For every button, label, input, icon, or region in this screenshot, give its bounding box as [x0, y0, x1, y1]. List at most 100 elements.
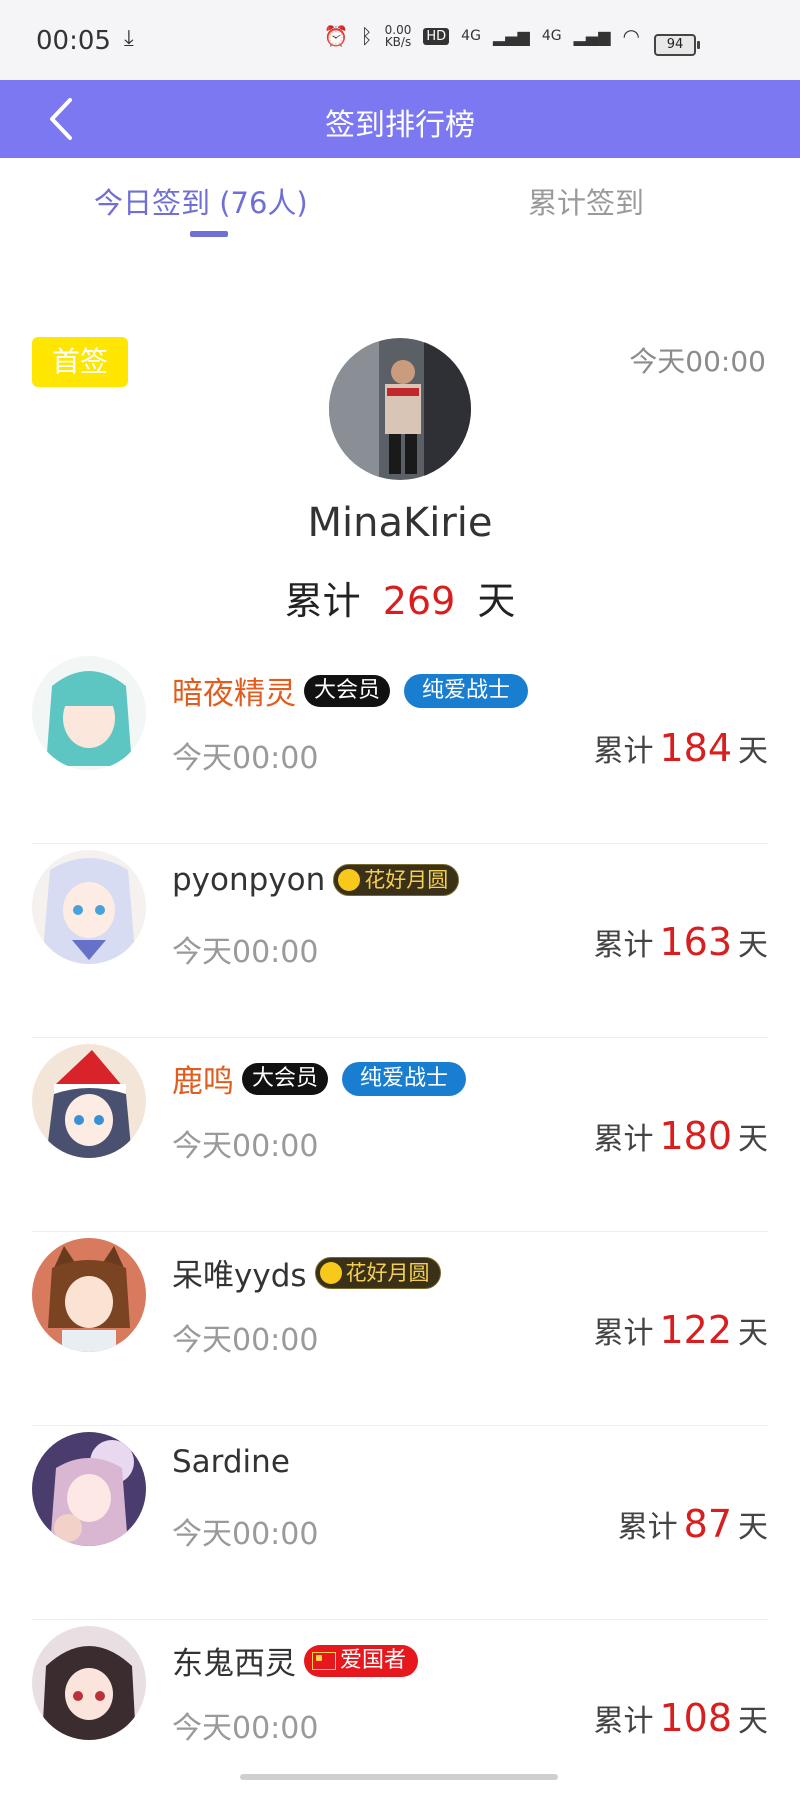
name-line: 暗夜精灵 大会员 纯爱战士	[172, 668, 529, 713]
medal-badge: 花好月圆	[333, 864, 460, 896]
champion-days: 累计 269 天	[0, 570, 800, 625]
signal-4g-2: 4G	[541, 28, 562, 44]
days-count: 184	[659, 726, 732, 770]
days-total: 累计 122 天	[593, 1308, 768, 1352]
coin-icon	[319, 1261, 342, 1284]
list-item[interactable]: Sardine 今天00:00 累计 87 天	[32, 1426, 768, 1620]
tab-today-checkin[interactable]: 今日签到 (76人)	[94, 180, 308, 222]
app-header: 签到排行榜	[0, 80, 800, 158]
avatar[interactable]	[32, 656, 146, 770]
days-total: 累计 87 天	[618, 1502, 768, 1546]
home-indicator[interactable]	[240, 1774, 558, 1780]
avatar-image	[329, 338, 471, 480]
avatar[interactable]	[32, 1432, 146, 1546]
user-name[interactable]: 东鬼西灵	[172, 1638, 296, 1683]
champion-time: 今天00:00	[629, 345, 766, 378]
list-item[interactable]: 暗夜精灵 大会员 纯爱战士 今天00:00 累计 184 天	[32, 650, 768, 844]
checkin-time: 今天00:00	[172, 1711, 319, 1746]
status-icons: ⏰ ᛒ 0.00 KB/s HD 4G ▂▄▆ 4G ▂▄▆ ◠	[324, 24, 640, 48]
days-suffix: 天	[738, 1510, 768, 1545]
avatar-image	[32, 1238, 146, 1352]
medal-badge-label: 花好月圆	[345, 1260, 430, 1285]
avatar[interactable]	[32, 1626, 146, 1740]
days-suffix: 天	[738, 734, 768, 769]
first-checkin-badge: 首签	[32, 337, 128, 387]
user-name[interactable]: 暗夜精灵	[172, 668, 296, 713]
signal-bars-icon: ▂▄▆	[492, 26, 530, 46]
champion-avatar[interactable]	[329, 338, 471, 480]
avatar-image	[32, 850, 146, 964]
checkin-time: 今天00:00	[172, 1323, 319, 1358]
status-time: 00:05	[36, 26, 111, 56]
wifi-icon: ◠	[622, 24, 640, 48]
network-speed: 0.00 KB/s	[385, 24, 412, 48]
avatar-image	[32, 656, 146, 770]
battery-icon: 94	[654, 34, 700, 56]
network-speed-unit: KB/s	[384, 35, 412, 49]
avatar[interactable]	[32, 1238, 146, 1352]
battery-level: 94	[666, 37, 684, 52]
status-bar: 00:05 ⤓ ⏰ ᛒ 0.00 KB/s HD 4G ▂▄▆ 4G ▂▄▆ ◠…	[0, 0, 800, 80]
days-prefix: 累计	[284, 579, 361, 623]
vip-badge: 大会员	[242, 1062, 329, 1095]
avatar-image	[32, 1626, 146, 1740]
days-prefix: 累计	[593, 734, 654, 769]
name-line: pyonpyon 花好月圆	[172, 862, 460, 898]
name-line: Sardine	[172, 1444, 290, 1480]
days-total: 累计 180 天	[593, 1114, 768, 1158]
days-count: 180	[659, 1114, 732, 1158]
title-badge: 纯爱战士	[404, 673, 529, 708]
list-item[interactable]: pyonpyon 花好月圆 今天00:00 累计 163 天	[32, 844, 768, 1038]
list-item[interactable]: 鹿鸣 大会员 纯爱战士 今天00:00 累计 180 天	[32, 1038, 768, 1232]
days-suffix: 天	[477, 579, 516, 623]
champion-name: MinaKirie	[307, 500, 493, 546]
bluetooth-icon: ᛒ	[360, 24, 373, 48]
days-count: 122	[659, 1308, 732, 1352]
name-line: 呆唯yyds 花好月圆	[172, 1250, 441, 1295]
signal-bars-icon-2: ▂▄▆	[573, 26, 611, 46]
patriot-badge: 爱国者	[304, 1644, 419, 1677]
days-total: 累计 163 天	[593, 920, 768, 964]
vip-badge: 大会员	[304, 674, 391, 707]
avatar[interactable]	[32, 1044, 146, 1158]
days-prefix: 累计	[593, 1704, 654, 1739]
days-prefix: 累计	[593, 1122, 654, 1157]
days-total: 累计 108 天	[593, 1696, 768, 1740]
user-name[interactable]: pyonpyon	[172, 862, 325, 898]
days-suffix: 天	[738, 1316, 768, 1351]
days-suffix: 天	[738, 1704, 768, 1739]
checkin-time: 今天00:00	[172, 935, 319, 970]
days-count: 108	[659, 1696, 732, 1740]
list-item[interactable]: 呆唯yyds 花好月圆 今天00:00 累计 122 天	[32, 1232, 768, 1426]
days-count: 269	[382, 579, 456, 623]
name-line: 东鬼西灵 爱国者	[172, 1638, 419, 1683]
tab-total-checkin[interactable]: 累计签到	[528, 180, 644, 222]
title-badge: 纯爱战士	[342, 1061, 467, 1096]
alarm-icon: ⏰	[323, 24, 349, 48]
checkin-time: 今天00:00	[172, 1517, 319, 1552]
avatar[interactable]	[32, 850, 146, 964]
days-suffix: 天	[738, 928, 768, 963]
flag-icon	[312, 1651, 336, 1670]
days-prefix: 累计	[617, 1510, 678, 1545]
name-line: 鹿鸣 大会员 纯爱战士	[172, 1056, 467, 1101]
days-prefix: 累计	[593, 1316, 654, 1351]
list-item[interactable]: 东鬼西灵 爱国者 今天00:00 累计 108 天	[32, 1620, 768, 1814]
user-name[interactable]: Sardine	[172, 1444, 290, 1480]
patriot-badge-label: 爱国者	[340, 1647, 407, 1673]
tab-active-indicator	[190, 231, 228, 237]
days-total: 累计 184 天	[593, 726, 768, 770]
avatar-image	[32, 1432, 146, 1546]
page-title: 签到排行榜	[325, 108, 475, 143]
checkin-time: 今天00:00	[172, 1129, 319, 1164]
download-icon: ⤓	[124, 26, 134, 51]
medal-badge-label: 花好月圆	[364, 868, 449, 892]
medal-badge: 花好月圆	[314, 1256, 441, 1289]
tab-bar: 今日签到 (76人) 累计签到	[0, 158, 800, 248]
avatar-image	[32, 1044, 146, 1158]
days-count: 87	[683, 1502, 732, 1546]
hd-icon: HD	[423, 27, 450, 45]
days-prefix: 累计	[593, 928, 654, 963]
user-name[interactable]: 鹿鸣	[172, 1056, 234, 1101]
user-name[interactable]: 呆唯yyds	[172, 1250, 307, 1295]
